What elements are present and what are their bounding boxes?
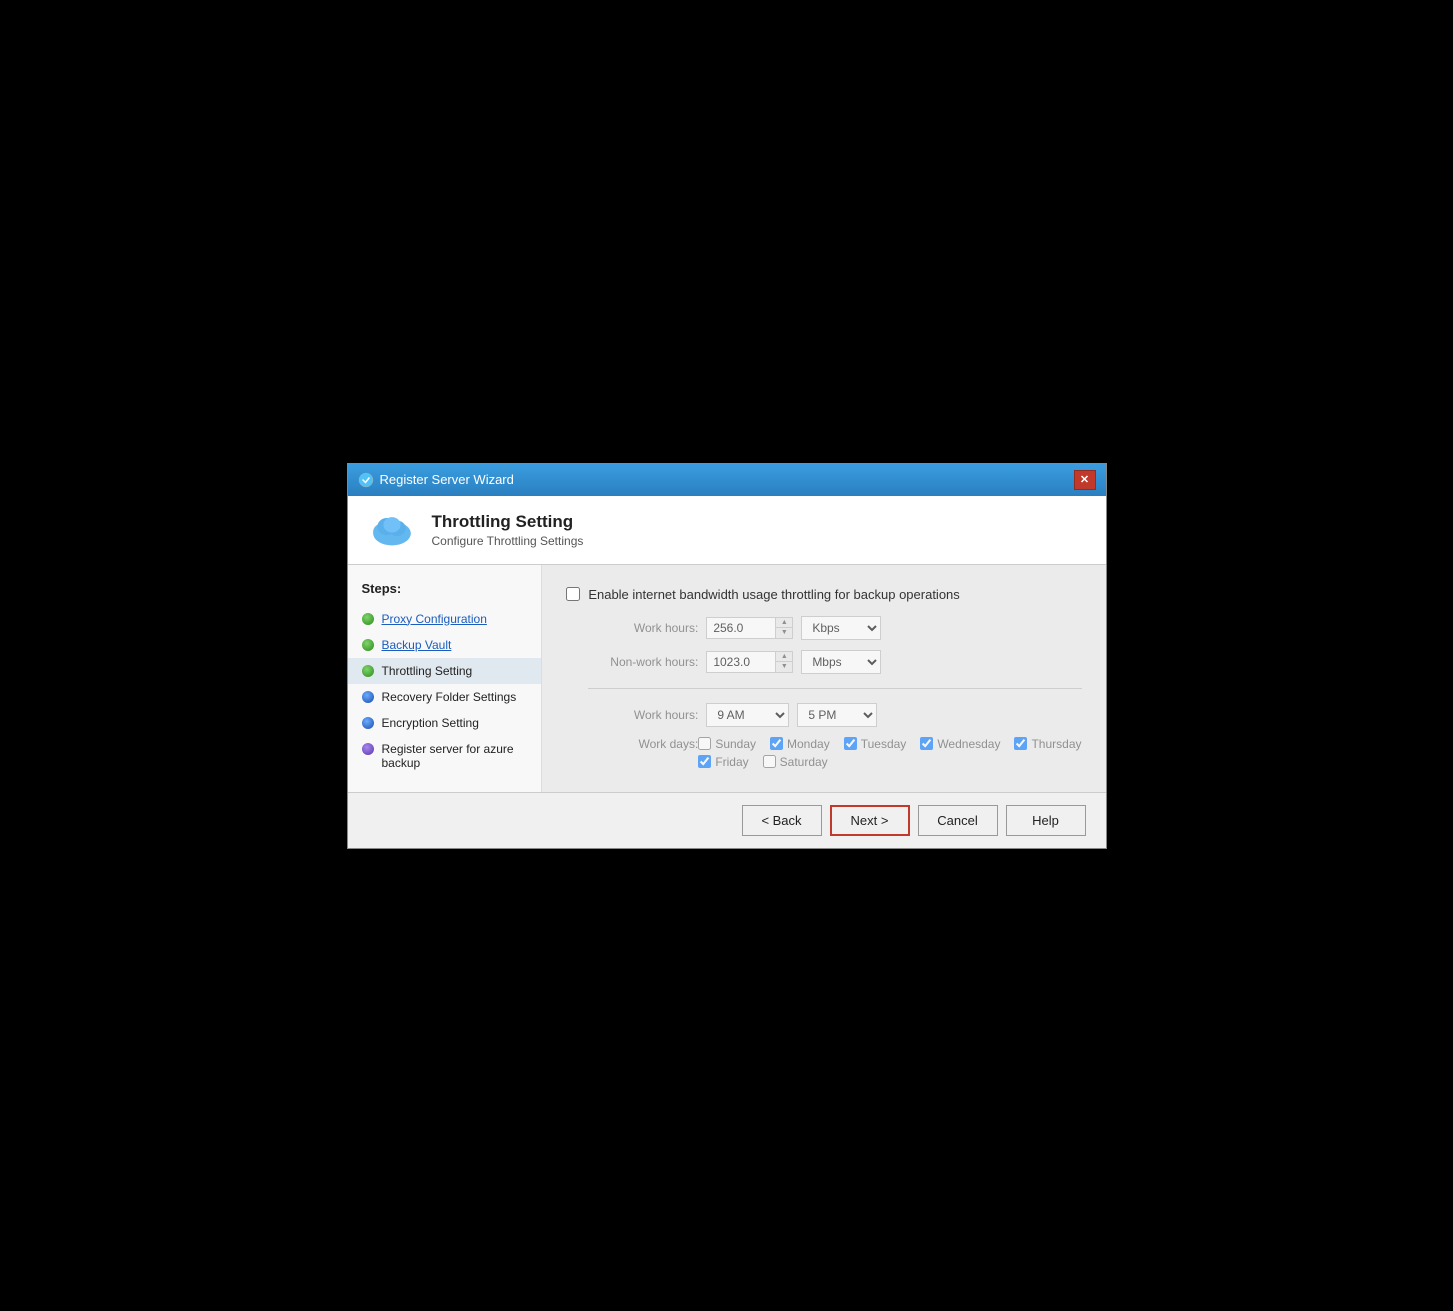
- checkbox-saturday[interactable]: [763, 755, 776, 768]
- non-work-hours-speed-row: Non-work hours: ▲ ▼ Kbps Mbps: [588, 650, 1081, 674]
- work-hours-time-label: Work hours:: [588, 708, 698, 722]
- close-button[interactable]: ✕: [1074, 470, 1096, 490]
- work-hours-unit-select[interactable]: Kbps Mbps: [801, 616, 881, 640]
- work-days-label: Work days:: [588, 737, 698, 751]
- cloud-icon: [368, 510, 416, 550]
- work-hours-speed-label: Work hours:: [588, 621, 698, 635]
- label-friday: Friday: [715, 755, 748, 769]
- work-hours-spin-up[interactable]: ▲: [776, 618, 792, 628]
- non-work-hours-label: Non-work hours:: [588, 655, 698, 669]
- steps-label: Steps:: [348, 581, 542, 606]
- non-work-hours-spin-down[interactable]: ▼: [776, 662, 792, 672]
- checkbox-friday[interactable]: [698, 755, 711, 768]
- label-monday: Monday: [787, 737, 830, 751]
- work-hours-spinbox[interactable]: ▲ ▼: [706, 617, 793, 639]
- dot-icon-backup-vault: [362, 639, 374, 651]
- sidebar-item-throttling[interactable]: Throttling Setting: [348, 658, 542, 684]
- section-divider: [588, 688, 1081, 689]
- cancel-button[interactable]: Cancel: [918, 805, 998, 836]
- work-days-grid: Sunday Monday Tuesday: [698, 737, 1081, 769]
- days-row-2: Friday Saturday: [698, 755, 1081, 769]
- sidebar-label-register: Register server for azure backup: [382, 742, 528, 770]
- sidebar-item-register[interactable]: Register server for azure backup: [348, 736, 542, 776]
- checkbox-monday[interactable]: [770, 737, 783, 750]
- checkbox-wednesday[interactable]: [920, 737, 933, 750]
- work-hours-speed-row: Work hours: ▲ ▼ Kbps Mbps: [588, 616, 1081, 640]
- work-hours-spin-down[interactable]: ▼: [776, 628, 792, 638]
- header-area: Throttling Setting Configure Throttling …: [348, 496, 1106, 565]
- work-days-row: Work days: Sunday Monday: [588, 737, 1081, 769]
- dot-icon-recovery: [362, 691, 374, 703]
- label-saturday: Saturday: [780, 755, 828, 769]
- non-work-hours-spin-up[interactable]: ▲: [776, 652, 792, 662]
- day-wednesday[interactable]: Wednesday: [920, 737, 1000, 751]
- help-button[interactable]: Help: [1006, 805, 1086, 836]
- sidebar-label-throttling: Throttling Setting: [382, 664, 473, 678]
- title-bar-left: Register Server Wizard: [358, 472, 514, 488]
- work-hours-start-select[interactable]: 6 AM 7 AM 8 AM 9 AM 10 AM: [706, 703, 789, 727]
- label-wednesday: Wednesday: [937, 737, 1000, 751]
- footer: < Back Next > Cancel Help: [348, 792, 1106, 848]
- enable-throttling-row: Enable internet bandwidth usage throttli…: [566, 587, 1081, 602]
- work-hours-time-row: Work hours: 6 AM 7 AM 8 AM 9 AM 10 AM 1 …: [588, 703, 1081, 727]
- day-thursday[interactable]: Thursday: [1014, 737, 1081, 751]
- work-hours-spinbox-buttons: ▲ ▼: [775, 618, 792, 638]
- work-hours-input[interactable]: [707, 618, 775, 638]
- sidebar-item-recovery[interactable]: Recovery Folder Settings: [348, 684, 542, 710]
- throttle-section: Work hours: ▲ ▼ Kbps Mbps N: [566, 616, 1081, 769]
- checkbox-thursday[interactable]: [1014, 737, 1027, 750]
- label-sunday: Sunday: [715, 737, 756, 751]
- label-tuesday: Tuesday: [861, 737, 907, 751]
- day-friday[interactable]: Friday: [698, 755, 748, 769]
- non-work-hours-input[interactable]: [707, 652, 775, 672]
- dot-icon-encryption: [362, 717, 374, 729]
- non-work-hours-spinbox-buttons: ▲ ▼: [775, 652, 792, 672]
- day-saturday[interactable]: Saturday: [763, 755, 828, 769]
- work-hours-end-select[interactable]: 1 PM 2 PM 3 PM 4 PM 5 PM 6 PM: [797, 703, 877, 727]
- non-work-hours-spinbox[interactable]: ▲ ▼: [706, 651, 793, 673]
- sidebar-item-proxy[interactable]: Proxy Configuration: [348, 606, 542, 632]
- sidebar-item-backup-vault[interactable]: Backup Vault: [348, 632, 542, 658]
- dot-icon-proxy: [362, 613, 374, 625]
- label-thursday: Thursday: [1031, 737, 1081, 751]
- title-bar: Register Server Wizard ✕: [348, 464, 1106, 496]
- dot-icon-register: [362, 743, 374, 755]
- checkbox-tuesday[interactable]: [844, 737, 857, 750]
- days-row-1: Sunday Monday Tuesday: [698, 737, 1081, 751]
- app-icon: [358, 472, 374, 488]
- checkbox-sunday[interactable]: [698, 737, 711, 750]
- non-work-hours-unit-select[interactable]: Kbps Mbps: [801, 650, 881, 674]
- sidebar-label-encryption: Encryption Setting: [382, 716, 479, 730]
- page-title: Throttling Setting: [432, 512, 584, 532]
- wizard-window: Register Server Wizard ✕ Throttling Sett…: [347, 463, 1107, 849]
- next-button[interactable]: Next >: [830, 805, 910, 836]
- sidebar-label-proxy: Proxy Configuration: [382, 612, 487, 626]
- enable-throttling-checkbox[interactable]: [566, 587, 580, 601]
- day-tuesday[interactable]: Tuesday: [844, 737, 907, 751]
- main-content: Steps: Proxy Configuration Backup Vault …: [348, 565, 1106, 792]
- sidebar-item-encryption[interactable]: Encryption Setting: [348, 710, 542, 736]
- title-bar-text: Register Server Wizard: [380, 472, 514, 487]
- day-monday[interactable]: Monday: [770, 737, 830, 751]
- day-sunday[interactable]: Sunday: [698, 737, 756, 751]
- sidebar: Steps: Proxy Configuration Backup Vault …: [348, 565, 543, 792]
- sidebar-label-backup-vault: Backup Vault: [382, 638, 452, 652]
- page-subtitle: Configure Throttling Settings: [432, 534, 584, 548]
- enable-throttling-label: Enable internet bandwidth usage throttli…: [588, 587, 959, 602]
- content-area: Enable internet bandwidth usage throttli…: [542, 565, 1105, 792]
- sidebar-label-recovery: Recovery Folder Settings: [382, 690, 517, 704]
- back-button[interactable]: < Back: [742, 805, 822, 836]
- dot-icon-throttling: [362, 665, 374, 677]
- header-text: Throttling Setting Configure Throttling …: [432, 512, 584, 548]
